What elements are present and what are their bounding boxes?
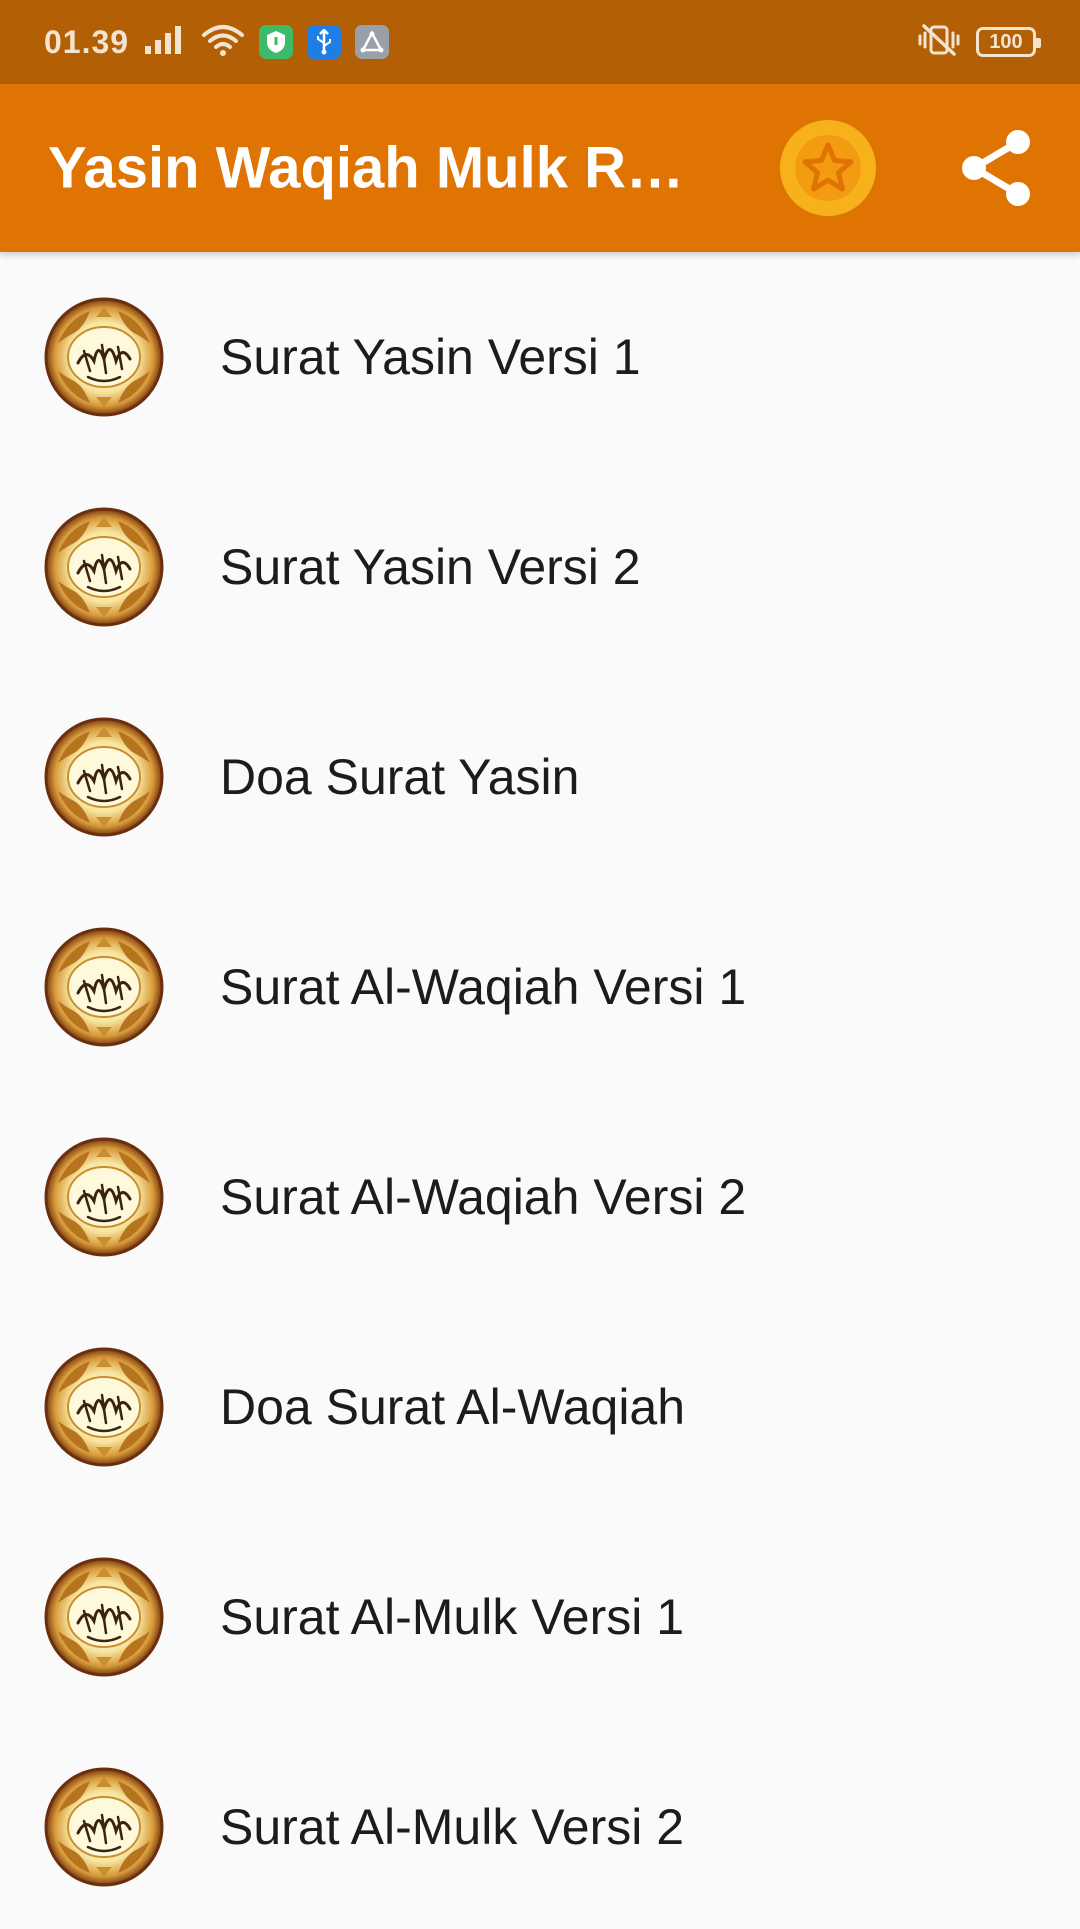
list-item-label: Surat Yasin Versi 1 (220, 329, 641, 385)
signal-icon (143, 24, 187, 61)
quran-emblem-icon (44, 717, 164, 837)
star-icon (795, 135, 861, 201)
list-item-doa-surat-al-waqiah[interactable]: Doa Surat Al-Waqiah (0, 1302, 1080, 1512)
quran-emblem-icon (44, 507, 164, 627)
usb-notification-icon (307, 25, 342, 59)
list-item-surat-al-waqiah-versi-2[interactable]: Surat Al-Waqiah Versi 2 (0, 1092, 1080, 1302)
quran-emblem-icon (44, 927, 164, 1047)
quran-emblem-icon (44, 297, 164, 417)
list-item-surat-al-mulk-versi-1[interactable]: Surat Al-Mulk Versi 1 (0, 1512, 1080, 1722)
surah-list: Surat Yasin Versi 1 Surat Yasin Versi 2 … (0, 252, 1080, 1929)
list-item-surat-yasin-versi-1[interactable]: Surat Yasin Versi 1 (0, 252, 1080, 462)
quran-emblem-icon (44, 1137, 164, 1257)
battery-icon: 100 (976, 27, 1041, 57)
app-title: Yasin Waqiah Mulk Rahman (48, 135, 688, 201)
vibrate-silent-icon (916, 22, 962, 63)
app-notification-icon (355, 25, 390, 59)
list-item-surat-al-waqiah-versi-1[interactable]: Surat Al-Waqiah Versi 1 (0, 882, 1080, 1092)
status-left: 01.39 (44, 23, 390, 62)
quran-emblem-icon (44, 1347, 164, 1467)
quran-emblem-icon (44, 1767, 164, 1887)
list-item-surat-yasin-versi-2[interactable]: Surat Yasin Versi 2 (0, 462, 1080, 672)
list-item-label: Surat Al-Mulk Versi 2 (220, 1799, 685, 1855)
status-bar: 01.39 100 (0, 0, 1080, 84)
list-item-label: Surat Al-Waqiah Versi 1 (220, 959, 747, 1015)
share-icon (962, 130, 1030, 206)
list-item-label: Surat Al-Mulk Versi 1 (220, 1589, 685, 1645)
list-item-doa-surat-yasin[interactable]: Doa Surat Yasin (0, 672, 1080, 882)
wifi-icon (201, 23, 245, 62)
list-item-label: Surat Yasin Versi 2 (220, 539, 641, 595)
share-button[interactable] (952, 124, 1040, 212)
list-item-label: Doa Surat Al-Waqiah (220, 1379, 686, 1435)
app-bar: Yasin Waqiah Mulk Rahman (0, 84, 1080, 252)
rate-app-button[interactable] (780, 120, 876, 216)
quran-emblem-icon (44, 1557, 164, 1677)
status-time: 01.39 (44, 23, 130, 60)
list-item-label: Surat Al-Waqiah Versi 2 (220, 1169, 747, 1225)
shield-notification-icon (259, 25, 294, 59)
list-item-label: Doa Surat Yasin (220, 749, 580, 805)
status-right: 100 (916, 22, 1041, 63)
list-item-surat-al-mulk-versi-2[interactable]: Surat Al-Mulk Versi 2 (0, 1722, 1080, 1929)
